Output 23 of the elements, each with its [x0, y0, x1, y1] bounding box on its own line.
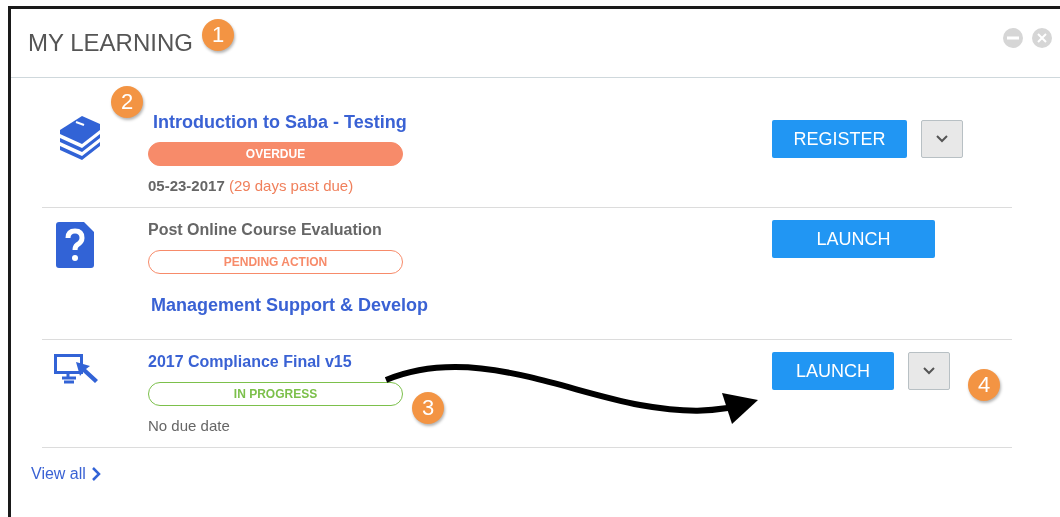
item-title: Post Online Course Evaluation — [148, 220, 382, 240]
close-icon[interactable] — [1032, 28, 1052, 48]
due-date: No due date — [148, 416, 230, 436]
monitor-cursor-icon — [54, 354, 100, 384]
minimize-icon[interactable] — [1003, 28, 1023, 48]
action-button[interactable]: LAUNCH — [772, 352, 894, 390]
panel-title: MY LEARNING — [28, 29, 193, 57]
item-subtitle[interactable]: Management Support & Develop — [151, 294, 429, 316]
chevron-down-icon — [936, 135, 948, 143]
due-date: 05-23-2017 (29 days past due) — [148, 176, 354, 196]
status-badge: PENDING ACTION — [148, 250, 403, 274]
item-title[interactable]: Introduction to Saba - Testing — [153, 112, 407, 132]
dropdown-button[interactable] — [908, 352, 950, 390]
chevron-down-icon — [923, 367, 935, 375]
action-button[interactable]: LAUNCH — [772, 220, 935, 258]
question-document-icon — [56, 222, 94, 268]
status-badge: OVERDUE — [148, 142, 403, 166]
dropdown-button[interactable] — [921, 120, 963, 158]
status-badge: IN PROGRESS — [148, 382, 403, 406]
item-title[interactable]: 2017 Compliance Final v15 — [148, 352, 352, 372]
action-button[interactable]: REGISTER — [772, 120, 907, 158]
chevron-right-icon — [90, 466, 101, 482]
view-all-link[interactable]: View all — [31, 465, 101, 483]
